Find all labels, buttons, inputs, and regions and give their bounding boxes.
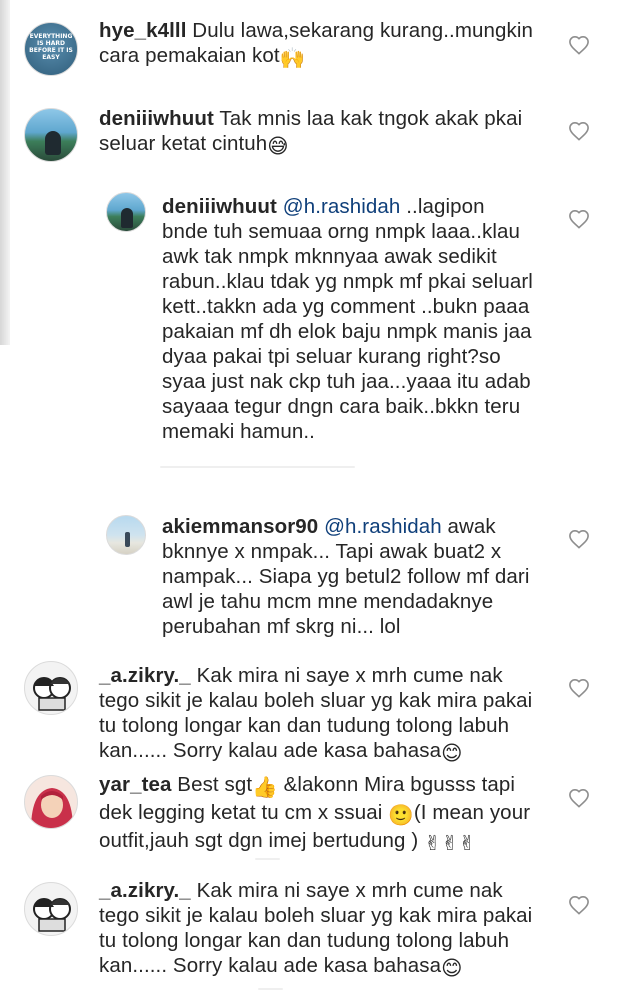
heart-icon[interactable] (568, 788, 590, 808)
avatar[interactable] (24, 775, 78, 829)
emoji: 👍 (252, 776, 278, 799)
mention-link[interactable]: @h.rashidah (324, 515, 442, 538)
username[interactable]: akiemmansor90 (162, 515, 318, 538)
username[interactable]: deniiiwhuut (162, 195, 277, 218)
divider (255, 858, 280, 860)
divider (258, 988, 283, 990)
emoji: 😊 (441, 742, 463, 765)
emoji: 🙂 (388, 804, 414, 827)
heart-icon[interactable] (568, 895, 590, 915)
divider (160, 466, 355, 468)
emoji: 😅 (267, 135, 289, 158)
comment-text: yar_tea Best sgt👍 &lakonn Mira bgusss ta… (99, 772, 559, 856)
emoji: ✌✌✌ (424, 832, 476, 855)
username[interactable]: _a.zikry._ (99, 664, 191, 687)
avatar[interactable] (24, 882, 78, 936)
comment-text: _a.zikry._ Kak mira ni saye x mrh cume n… (99, 878, 569, 981)
avatar[interactable] (24, 108, 78, 162)
emoji: 😊 (441, 957, 463, 980)
heart-icon[interactable] (568, 529, 590, 549)
heart-icon[interactable] (568, 35, 590, 55)
avatar-drawing (31, 788, 73, 828)
heart-icon[interactable] (568, 121, 590, 141)
comment-text: hye_k4lll Dulu lawa,sekarang kurang..mun… (99, 18, 554, 71)
scroll-edge (0, 0, 10, 345)
comment-text: deniiiwhuut @h.rashidah ..lagipon bnde t… (162, 194, 562, 444)
emoji: 🙌 (279, 47, 306, 70)
comment-body: Best sgt (171, 773, 253, 796)
comment-text: _a.zikry._ Kak mira ni saye x mrh cume n… (99, 663, 569, 766)
avatar[interactable] (24, 661, 78, 715)
avatar-text: EVERYTHING IS HARD BEFORE IT IS EASY (29, 33, 73, 61)
heart-icon[interactable] (568, 209, 590, 229)
comment-body: ..lagipon bnde tuh semuaa orng nmpk laaa… (162, 195, 533, 443)
heart-icon[interactable] (568, 678, 590, 698)
comment-text: akiemmansor90 @h.rashidah awak bknnye x … (162, 514, 562, 639)
username[interactable]: deniiiwhuut (99, 107, 214, 130)
avatar-drawing (33, 898, 71, 932)
comment-text: deniiiwhuut Tak mnis laa kak tngok akak … (99, 106, 554, 159)
avatar-drawing (33, 677, 71, 711)
avatar[interactable]: EVERYTHING IS HARD BEFORE IT IS EASY (24, 22, 78, 76)
username[interactable]: hye_k4lll (99, 19, 187, 42)
avatar[interactable] (106, 515, 146, 555)
username[interactable]: yar_tea (99, 773, 172, 796)
mention-link[interactable]: @h.rashidah (283, 195, 401, 218)
avatar[interactable] (106, 192, 146, 232)
username[interactable]: _a.zikry._ (99, 879, 191, 902)
